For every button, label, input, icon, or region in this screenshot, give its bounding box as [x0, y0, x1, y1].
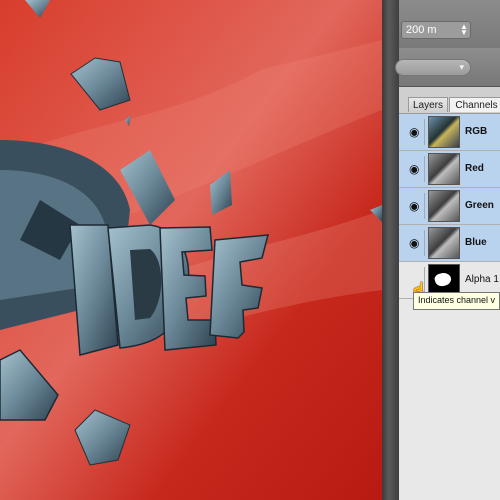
up-down-arrows-icon[interactable]: ▲ ▼: [460, 23, 468, 37]
channel-row-blue[interactable]: ◉ Blue: [399, 225, 500, 262]
channel-name: Green: [465, 200, 494, 211]
canvas-panel-divider[interactable]: [382, 0, 399, 500]
channel-row-red[interactable]: ◉ Red: [399, 151, 500, 188]
channel-row-green[interactable]: ◉ Green: [399, 188, 500, 225]
canvas-artwork: [0, 0, 382, 500]
panel-options-row: ▾: [395, 48, 500, 87]
eye-icon: ◉: [409, 236, 420, 250]
panel-dropdown[interactable]: ▾: [395, 59, 471, 76]
options-bar: 200 m ▲ ▼: [399, 0, 500, 49]
channel-thumbnail: [428, 227, 460, 259]
tab-channels[interactable]: Channels: [449, 97, 500, 112]
visibility-toggle[interactable]: ◉: [407, 230, 425, 256]
tab-layers[interactable]: Layers: [408, 97, 448, 112]
panel-tabs: Layers Channels: [399, 87, 500, 114]
visibility-toggle[interactable]: ◉: [407, 156, 425, 182]
eye-icon: ◉: [409, 199, 420, 213]
tab-channels-label: Channels: [455, 100, 498, 111]
visibility-toggle[interactable]: ◉: [407, 119, 425, 145]
tab-layers-label: Layers: [412, 100, 443, 111]
channel-name: Red: [465, 163, 484, 174]
channel-thumbnail: [428, 116, 460, 148]
channel-name: RGB: [465, 126, 488, 137]
document-canvas[interactable]: [0, 0, 382, 500]
zoom-field[interactable]: 200 m ▲ ▼: [401, 21, 471, 39]
channel-name: Blue: [465, 237, 487, 248]
eye-icon: ◉: [409, 162, 420, 176]
chevron-down-icon: ▾: [459, 62, 464, 72]
channel-row-rgb[interactable]: ◉ RGB: [399, 114, 500, 151]
tooltip: Indicates channel v: [413, 292, 500, 310]
visibility-toggle[interactable]: ◉: [407, 193, 425, 219]
eye-icon: ◉: [409, 125, 420, 139]
zoom-value: 200 m: [406, 24, 437, 36]
channel-name: Alpha 1: [465, 274, 499, 285]
channels-panel: 200 m ▲ ▼ ▾ Layers Channels ◉ RGB ◉ Red ◉: [395, 0, 500, 500]
channel-thumbnail: [428, 190, 460, 222]
channel-thumbnail: [428, 153, 460, 185]
